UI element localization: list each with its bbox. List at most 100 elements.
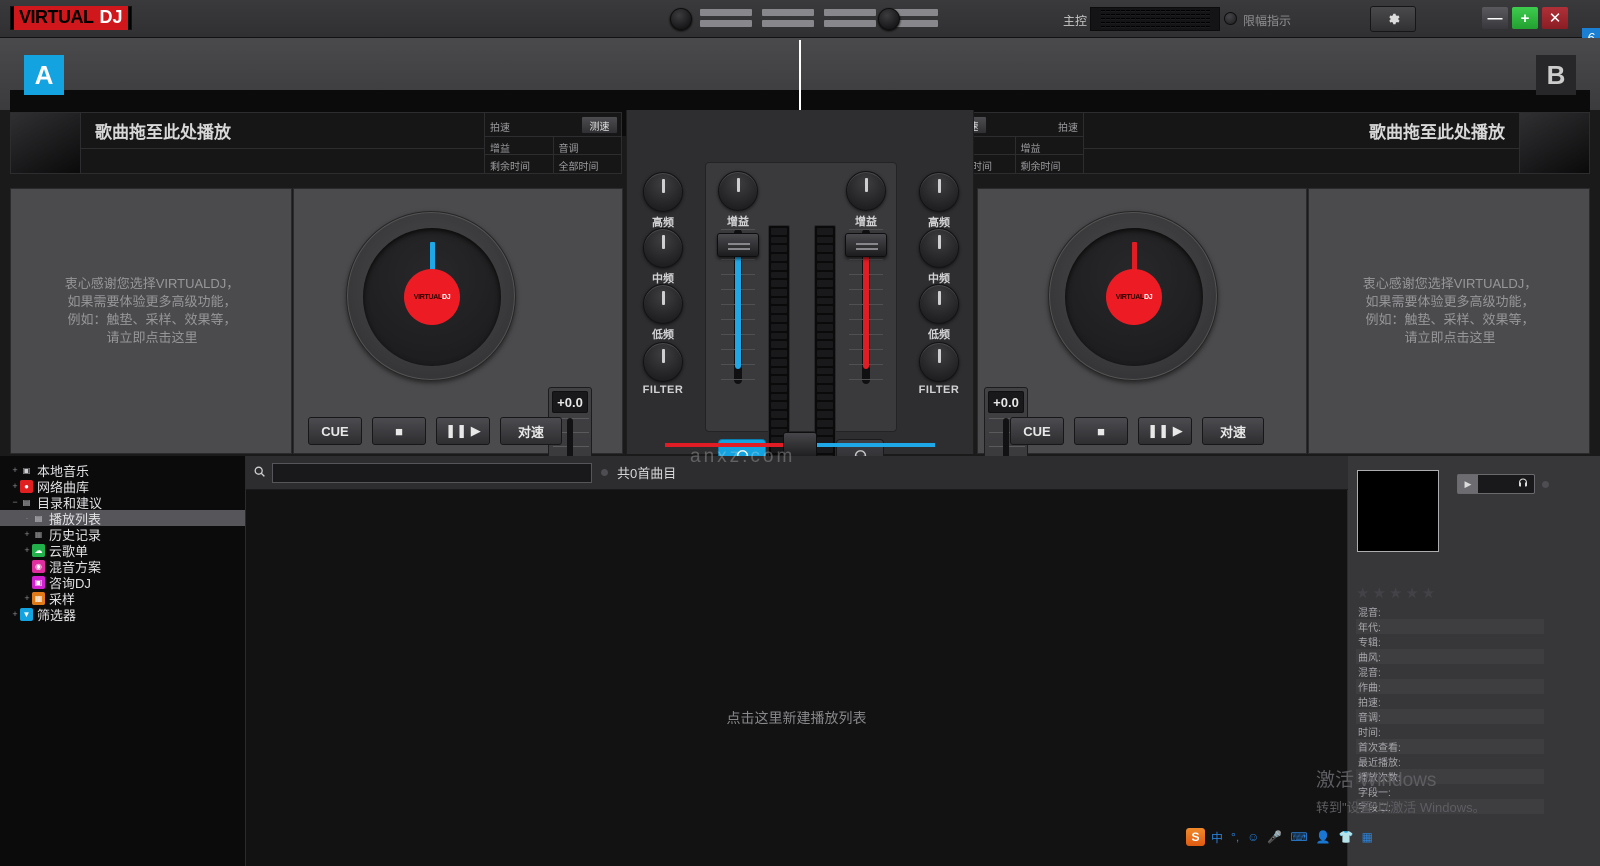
deck-a-play-button[interactable]: ❚❚ ▶ <box>436 417 490 445</box>
vu-segment <box>1155 10 1160 28</box>
deck-a-measure-button[interactable]: 测速 <box>581 116 618 134</box>
view-group-3[interactable] <box>824 9 876 27</box>
metadata-field-4: 混音: <box>1358 668 1381 679</box>
preview-player[interactable]: ▶ <box>1457 474 1535 494</box>
track-list[interactable]: 点击这里新建播放列表 <box>246 490 1348 866</box>
view-bar[interactable] <box>700 9 752 16</box>
deck-b-welcome-panel[interactable]: 衷心感谢您选择VIRTUALDJ， 如果需要体验更多高级功能， 例如：触垫、采样、效… <box>1308 188 1590 454</box>
vu-segment <box>817 262 833 270</box>
view-bar[interactable] <box>700 20 752 27</box>
sidebar-item-7[interactable]: ▣ 咨询DJ <box>0 574 245 591</box>
deck-b-eq-low-knob[interactable] <box>919 284 959 324</box>
sidebar-item-6[interactable]: ◉ 混音方案 <box>0 558 245 575</box>
deck-a-eq-mid-knob[interactable] <box>643 228 683 268</box>
sogou-ime-icon[interactable]: S <box>1186 828 1205 846</box>
vu-segment <box>1185 10 1190 28</box>
preview-headphone-icon[interactable] <box>1478 477 1534 492</box>
deck-b-jog-hub: VIRTUALDJ <box>1106 269 1162 325</box>
deck-a-welcome-panel[interactable]: 衷心感谢您选择VIRTUALDJ， 如果需要体验更多高级功能， 例如：触垫、采样、效… <box>10 188 292 454</box>
search-input[interactable] <box>272 462 592 483</box>
deck-b-stop-button[interactable]: ■ <box>1074 417 1128 445</box>
deck-a-gain-knob[interactable] <box>718 171 758 211</box>
ime-icon[interactable]: 中 <box>1211 829 1223 846</box>
preview-options-dot[interactable] <box>1542 481 1549 488</box>
gear-icon <box>1389 13 1400 25</box>
vu-segment <box>1175 10 1180 28</box>
deck-b-volume-fader[interactable] <box>845 229 887 384</box>
deck-b-eq-high-knob[interactable] <box>919 172 959 212</box>
waveform-zoom-knob-right[interactable] <box>878 8 900 30</box>
deck-b-badge[interactable]: B <box>1536 55 1576 95</box>
deck-b-play-button[interactable]: ❚❚ ▶ <box>1138 417 1192 445</box>
minimize-button[interactable]: — <box>1482 7 1508 29</box>
deck-a-gain-key-row: 增益 音调 <box>485 137 621 155</box>
deck-b-cue-button[interactable]: CUE <box>1010 417 1064 445</box>
deck-b-jogwheel[interactable]: VIRTUALDJ <box>1048 211 1218 381</box>
waveform-view-buttons[interactable] <box>700 9 938 27</box>
ime-icon[interactable]: 🎤 <box>1267 830 1282 844</box>
view-bar[interactable] <box>824 20 876 27</box>
sidebar-item-9[interactable]: + ▼ 筛选器 <box>0 606 245 623</box>
view-group-2[interactable] <box>762 9 814 27</box>
deck-a-jogwheel[interactable]: VIRTUALDJ <box>346 211 516 381</box>
tree-twisty-icon[interactable]: + <box>22 545 32 555</box>
tree-twisty-icon[interactable]: + <box>10 465 20 475</box>
tree-twisty-icon[interactable]: + <box>22 593 32 603</box>
ime-icon[interactable]: ▦ <box>1362 830 1373 844</box>
sidebar-item-2[interactable]: − ▤ 目录和建议 <box>0 494 245 511</box>
view-bar[interactable] <box>762 20 814 27</box>
tree-twisty-icon[interactable]: + <box>10 481 20 491</box>
deck-b-gain-label: 增益 <box>1014 137 1084 155</box>
ime-icon[interactable]: ☺ <box>1247 830 1259 844</box>
view-bar[interactable] <box>762 9 814 16</box>
deck-a-welcome-text[interactable]: 衷心感谢您选择VIRTUALDJ， 如果需要体验更多高级功能， 例如：触垫、采样、效… <box>7 275 297 347</box>
ime-icons[interactable]: 中 °, ☺ 🎤 ⌨ 👤 👕 ▦ <box>1211 829 1373 846</box>
deck-a-stop-button[interactable]: ■ <box>372 417 426 445</box>
deck-b-fader-handle[interactable] <box>845 233 887 257</box>
deck-a-eq-high-knob[interactable] <box>643 172 683 212</box>
sidebar-item-3[interactable]: · ▤ 播放列表 <box>0 510 245 527</box>
waveform-zoom-knob-left[interactable] <box>670 8 692 30</box>
deck-a-cue-button[interactable]: CUE <box>308 417 362 445</box>
tree-twisty-icon[interactable]: + <box>10 609 20 619</box>
tree-twisty-icon[interactable]: · <box>22 513 32 523</box>
vu-segment <box>817 315 833 322</box>
sidebar-item-5[interactable]: + ☁ 云歌单 <box>0 542 245 559</box>
view-bar[interactable] <box>824 9 876 16</box>
maximize-button[interactable]: + <box>1512 7 1538 29</box>
ime-icon[interactable]: ⌨ <box>1290 830 1307 844</box>
sidebar-item-label: 筛选器 <box>37 607 77 623</box>
deck-b-eq-mid-knob[interactable] <box>919 228 959 268</box>
preview-play-button[interactable]: ▶ <box>1458 475 1478 493</box>
settings-button[interactable] <box>1370 6 1416 32</box>
ime-icon[interactable]: 👕 <box>1339 830 1354 844</box>
deck-a-volume-fader[interactable] <box>717 229 759 384</box>
empty-playlist-hint[interactable]: 点击这里新建播放列表 <box>246 708 1347 728</box>
ime-icon[interactable]: 👤 <box>1316 830 1331 844</box>
deck-a-eq-low-knob[interactable] <box>643 284 683 324</box>
deck-b-gain-knob[interactable] <box>846 171 886 211</box>
deck-b-filter-knob[interactable] <box>919 342 959 382</box>
deck-b-welcome-text[interactable]: 衷心感谢您选择VIRTUALDJ， 如果需要体验更多高级功能， 例如：触垫、采样、效… <box>1305 275 1595 347</box>
view-group-1[interactable] <box>700 9 752 27</box>
deck-a-badge[interactable]: A <box>24 55 64 95</box>
sidebar-item-4[interactable]: + ▦ 历史记录 <box>0 526 245 543</box>
metadata-field-9: 首次查看: <box>1356 739 1544 754</box>
ime-icon[interactable]: °, <box>1231 830 1239 844</box>
vu-segment <box>771 376 787 383</box>
deck-a-fader-handle[interactable] <box>717 233 759 257</box>
search-options-dot[interactable] <box>601 469 608 476</box>
vu-segment <box>771 289 787 296</box>
tree-twisty-icon[interactable]: + <box>22 529 32 539</box>
deck-b-track-area[interactable]: 歌曲拖至此处播放 <box>1084 113 1519 173</box>
rating-stars[interactable]: ★★★★★ <box>1356 584 1438 602</box>
deck-b-sync-button[interactable]: 对速 <box>1202 417 1264 445</box>
deck-a-track-area[interactable]: 歌曲拖至此处播放 <box>81 113 484 173</box>
ime-toolbar[interactable]: S 中 °, ☺ 🎤 ⌨ 👤 👕 ▦ <box>1186 826 1373 848</box>
deck-a-sync-button[interactable]: 对速 <box>500 417 562 445</box>
tree-twisty-icon[interactable]: − <box>10 497 20 507</box>
vu-segment <box>771 245 787 253</box>
deck-a-filter-knob[interactable] <box>643 342 683 382</box>
deck-a-remaining-label: 剩余时间 <box>490 162 530 173</box>
close-button[interactable]: ✕ <box>1542 7 1568 29</box>
